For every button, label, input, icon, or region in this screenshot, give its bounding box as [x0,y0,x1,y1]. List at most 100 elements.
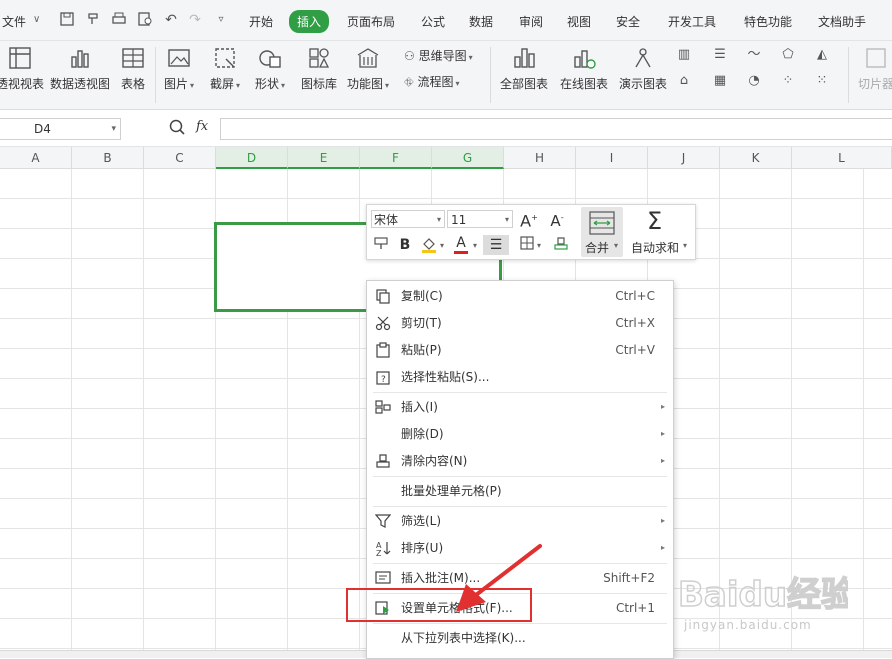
radar-chart-icon[interactable]: ⬠ [780,47,796,63]
flowchart-button[interactable]: ⛗ 流程图 ▾ [404,73,459,90]
tab-view[interactable]: 视图 [567,13,591,30]
column-header-l[interactable]: L [792,147,892,169]
clear-format-icon[interactable] [551,235,571,255]
menu-item-cut[interactable]: 剪切(T) Ctrl+X [367,310,673,336]
increase-font-button[interactable]: A+ [519,208,539,230]
tab-data[interactable]: 数据 [469,13,493,30]
tab-security[interactable]: 安全 [616,13,640,30]
line-chart-icon[interactable]: 〜 [746,47,762,63]
menu-item-copy[interactable]: 复制(C) Ctrl+C [367,283,673,309]
ribbon: 透视视表 数据透视图 表格 图片 ▾ 截屏 ▾ 形状 ▾ 图标库 功能图 ▾ ⚇ 思维导… [0,41,892,110]
column-header-g[interactable]: G [432,147,504,169]
name-box[interactable]: D4 ▾ [0,118,121,140]
menu-item-clear-contents[interactable]: 清除内容(N) ▸ [367,448,673,474]
more-charts-icon[interactable]: ⁙ [814,73,830,89]
chevron-down-icon[interactable]: ▾ [683,241,687,250]
chevron-down-icon[interactable]: ▾ [111,119,116,139]
chevron-down-icon[interactable]: ∨ [33,14,40,25]
column-header-e[interactable]: E [288,147,360,169]
chevron-down-icon[interactable]: ▾ [281,81,285,90]
table-button[interactable]: 表格 [120,45,146,92]
stock-chart-icon[interactable]: ⌂ [676,73,692,89]
slicer-button[interactable]: 切片器 [858,45,892,92]
tab-formulas[interactable]: 公式 [421,13,445,30]
chevron-down-icon[interactable]: ▾ [455,79,459,88]
autosum-button[interactable]: Σ 自动求和 ▾ [629,207,691,257]
print-preview-icon[interactable] [136,11,154,29]
undo-icon[interactable]: ↶ [162,11,180,29]
screenshot-button[interactable]: 截屏 ▾ [210,45,240,92]
column-header-j[interactable]: J [648,147,720,169]
formula-input[interactable] [220,118,892,140]
redo-icon[interactable]: ↷ [186,11,204,29]
combo-chart-icon[interactable]: ▦ [712,73,728,89]
column-header-i[interactable]: I [576,147,648,169]
save-icon[interactable] [58,11,76,29]
chevron-down-icon[interactable]: ▾ [537,241,541,250]
print-icon[interactable] [110,11,128,29]
tab-doc-assistant[interactable]: 文档助手 [818,13,866,30]
chevron-down-icon[interactable]: ▾ [614,241,618,250]
chevron-down-icon[interactable]: ▾ [440,241,444,250]
menu-item-pick-from-list[interactable]: 从下拉列表中选择(K)... [367,625,673,651]
chevron-down-icon[interactable]: ▾ [190,81,194,90]
format-painter-icon[interactable] [84,11,102,29]
column-header-c[interactable]: C [144,147,216,169]
pivot-chart-button[interactable]: 数据透视图 [50,45,110,92]
file-menu[interactable]: 文件 [2,13,26,30]
menu-item-batch-process[interactable]: 批量处理单元格(P) [367,478,673,504]
shape-button[interactable]: 形状 ▾ [255,45,285,92]
zoom-icon[interactable] [168,118,186,136]
scatter-chart-icon[interactable]: ⁘ [780,73,796,89]
decrease-font-button[interactable]: A- [547,208,567,230]
menu-item-delete[interactable]: 删除(D) ▸ [367,421,673,447]
fx-icon[interactable]: fx [196,119,208,134]
mindmap-button[interactable]: ⚇ 思维导图 ▾ [404,47,473,64]
function-chart-button[interactable]: 功能图 ▾ [347,45,389,92]
online-charts-button[interactable]: 在线图表 [560,45,608,92]
ribbon-divider [848,47,849,103]
borders-icon[interactable] [517,235,537,255]
area-chart-icon[interactable]: ◭ [814,47,830,63]
chevron-down-icon[interactable]: ▾ [385,81,389,90]
chevron-down-icon[interactable]: ▾ [505,211,509,229]
column-header-d[interactable]: D [216,147,288,169]
chevron-down-icon[interactable]: ▾ [437,211,441,229]
merge-button[interactable]: 合并 ▾ [581,207,623,257]
demo-charts-button[interactable]: 演示图表 [619,45,667,92]
menu-item-filter[interactable]: 筛选(L) ▸ [367,508,673,534]
format-painter-icon[interactable] [371,235,391,255]
bold-button[interactable]: B [395,235,415,255]
icon-library-button[interactable]: 图标库 [301,45,337,92]
chevron-down-icon[interactable]: ▾ [469,53,473,62]
pie-chart-icon[interactable]: ◔ [746,73,762,89]
tab-insert[interactable]: 插入 [289,10,330,33]
fill-color-icon[interactable] [419,235,439,255]
chevron-down-icon[interactable]: ▾ [473,241,477,250]
tab-features[interactable]: 特色功能 [744,13,792,30]
font-family-select[interactable]: 宋体 ▾ [371,210,445,228]
font-size-select[interactable]: 11 ▾ [447,210,513,228]
column-header-f[interactable]: F [360,147,432,169]
all-charts-button[interactable]: 全部图表 [500,45,548,92]
font-color-button[interactable]: A [451,233,471,254]
column-chart-icon[interactable]: ▥ [676,47,692,63]
pivot-table-button[interactable]: 透视视表 [0,45,44,92]
column-header-k[interactable]: K [720,147,792,169]
menu-item-paste[interactable]: 粘贴(P) Ctrl+V [367,337,673,363]
tab-home[interactable]: 开始 [249,13,273,30]
chevron-down-icon[interactable]: ▾ [236,81,240,90]
annotation-arrow-icon [456,544,542,612]
center-align-icon[interactable]: ☰ [483,235,509,255]
column-header-h[interactable]: H [504,147,576,169]
menu-item-insert[interactable]: 插入(I) ▸ [367,394,673,420]
menu-item-paste-special[interactable]: ? 选择性粘贴(S)... [367,364,673,390]
customize-icon[interactable]: ▿ [212,11,230,29]
tab-page-layout[interactable]: 页面布局 [347,13,395,30]
bar-chart-icon[interactable]: ☰ [712,47,728,63]
tab-review[interactable]: 审阅 [519,13,543,30]
picture-button[interactable]: 图片 ▾ [164,45,194,92]
column-header-b[interactable]: B [72,147,144,169]
column-header-a[interactable]: A [0,147,72,169]
tab-developer[interactable]: 开发工具 [668,13,716,30]
